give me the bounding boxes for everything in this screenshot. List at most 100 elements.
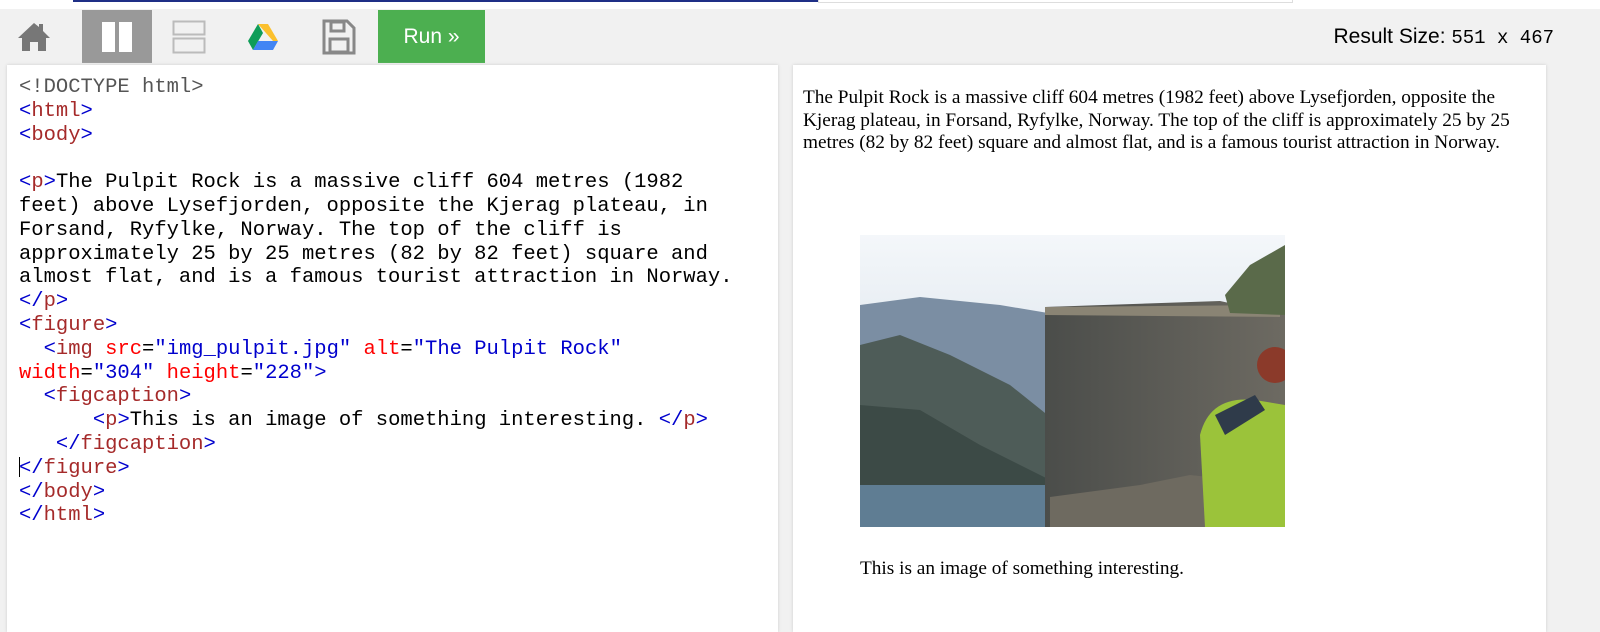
- code-token-br: </: [19, 480, 44, 504]
- code-line[interactable]: </figcaption>: [19, 433, 733, 457]
- code-line[interactable]: Forsand, Ryfylke, Norway. The top of the…: [19, 219, 733, 243]
- code-token-br: >: [178, 385, 192, 409]
- code-token-tag: body: [31, 123, 81, 147]
- code-line[interactable]: <p>The Pulpit Rock is a massive cliff 60…: [19, 171, 733, 195]
- code-line[interactable]: feet) above Lysefjorden, opposite the Kj…: [19, 195, 733, 219]
- code-token-attr: height: [166, 361, 241, 385]
- code-token-val: "The Pulpit Rock": [412, 337, 622, 361]
- figure-caption: This is an image of something interestin…: [860, 558, 1184, 579]
- code-token-br: >: [43, 171, 56, 195]
- code-token-br: </: [19, 456, 44, 480]
- result-size: Result Size: 551 x 467: [1333, 25, 1554, 49]
- code-line[interactable]: almost flat, and is a famous tourist att…: [19, 266, 733, 290]
- code-token-br: >: [117, 409, 130, 433]
- code-token-tag: figure: [43, 456, 118, 480]
- result-panel: The Pulpit Rock is a massive cliff 604 m…: [793, 65, 1546, 632]
- code-token-br: >: [92, 504, 106, 528]
- code-token-br: <: [19, 313, 32, 337]
- code-token-txt: almost flat, and is a famous tourist att…: [19, 266, 733, 290]
- code-token-tag: p: [683, 409, 696, 433]
- save-button[interactable]: [308, 10, 370, 63]
- code-token-br: <: [19, 171, 32, 195]
- code-line[interactable]: </body>: [19, 481, 733, 505]
- code-token-br: <: [92, 409, 106, 433]
- side-by-side-layout-button[interactable]: [82, 10, 152, 63]
- code-token-val: "304": [92, 361, 155, 385]
- code-token-br: </: [55, 432, 81, 456]
- code-line[interactable]: width="304" height="228">: [19, 362, 733, 386]
- code-line[interactable]: <figcaption>: [19, 385, 733, 409]
- code-token-br: >: [117, 456, 130, 480]
- browser-top-strip: [0, 0, 1600, 9]
- code-token-tag: figcaption: [55, 385, 179, 409]
- code-token-txt: approximately 25 by 25 metres (82 by 82 …: [19, 242, 708, 266]
- code-line[interactable]: [19, 147, 733, 171]
- code-token-attr: src: [105, 337, 143, 361]
- code-token-br: <: [43, 385, 56, 409]
- code-token-br: </: [19, 290, 44, 314]
- google-drive-button[interactable]: [232, 10, 294, 63]
- code-token-br: >: [695, 409, 708, 433]
- code-line[interactable]: <p>This is an image of something interes…: [19, 409, 733, 433]
- code-token-tag: figcaption: [80, 432, 204, 456]
- code-line[interactable]: approximately 25 by 25 metres (82 by 82 …: [19, 243, 733, 267]
- code-token-txt: Forsand, Ryfylke, Norway. The top of the…: [19, 218, 622, 242]
- result-size-value: 551 x 467: [1451, 27, 1554, 49]
- code-token-tag: html: [43, 504, 93, 528]
- pulpit-rock-image: [860, 235, 1285, 527]
- code-line[interactable]: </html>: [19, 504, 733, 528]
- run-button[interactable]: Run »: [378, 10, 485, 63]
- code-token-br: </: [19, 504, 44, 528]
- side-by-side-layout-icon: [102, 21, 132, 52]
- result-paragraph: The Pulpit Rock is a massive cliff 604 m…: [803, 87, 1510, 153]
- code-token-tag: img: [55, 337, 93, 361]
- code-line[interactable]: <body>: [19, 124, 733, 148]
- code-token-br: </: [658, 409, 684, 433]
- code-token-attr: width: [19, 361, 81, 385]
- code-token-val: "img_pulpit.jpg": [154, 337, 352, 361]
- code-line[interactable]: <figure>: [19, 314, 733, 338]
- home-button[interactable]: [3, 10, 65, 63]
- code-token-txt: The Pulpit Rock is a massive cliff 604 m…: [55, 171, 684, 195]
- code-token-br: >: [80, 123, 93, 147]
- code-token-br: <: [19, 99, 32, 123]
- code-token-txt: =: [80, 361, 93, 385]
- code-token-tag: figure: [31, 313, 106, 337]
- stacked-layout-icon: [172, 20, 206, 53]
- code-line[interactable]: <html>: [19, 100, 733, 124]
- code-editor[interactable]: <!DOCTYPE html> <html> <body> <p>The Pulpi…: [19, 76, 733, 528]
- code-token-br: >: [80, 99, 93, 123]
- code-token-tag: p: [43, 290, 56, 314]
- code-token-txt: =: [142, 337, 155, 361]
- code-line[interactable]: <img src="img_pulpit.jpg" alt="The Pulpi…: [19, 338, 733, 362]
- code-editor-panel[interactable]: <!DOCTYPE html> <html> <body> <p>The Pulpi…: [7, 65, 778, 632]
- code-line[interactable]: <!DOCTYPE html>: [19, 76, 733, 100]
- code-line[interactable]: </p>: [19, 290, 733, 314]
- code-line[interactable]: </figure>: [19, 457, 733, 481]
- code-token-br: >: [314, 361, 327, 385]
- home-icon: [18, 22, 50, 51]
- code-token-val: "228": [252, 361, 315, 385]
- code-token-br: >: [203, 432, 216, 456]
- code-token-attr: alt: [363, 337, 401, 361]
- code-token-tag: html: [31, 99, 81, 123]
- google-drive-icon: [248, 23, 278, 50]
- toolbar: Run » Result Size: 551 x 467: [0, 10, 1600, 63]
- code-token-txt: =: [240, 361, 253, 385]
- save-icon: [322, 19, 356, 54]
- code-token-br: >: [105, 313, 118, 337]
- code-token-br: <: [43, 337, 56, 361]
- code-token-tag: p: [31, 171, 44, 195]
- stacked-layout-button[interactable]: [158, 10, 220, 63]
- code-token-br: >: [92, 480, 106, 504]
- code-token-tag: body: [43, 480, 93, 504]
- code-token-br: >: [55, 290, 69, 314]
- result-size-label: Result Size:: [1333, 25, 1446, 48]
